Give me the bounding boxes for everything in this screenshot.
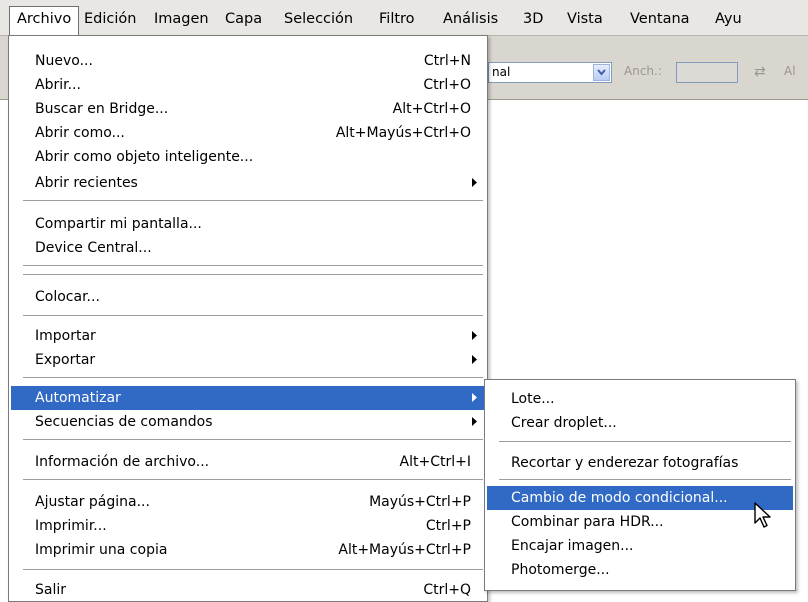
separator [499,479,791,481]
submenu-item-recortar-enderezar[interactable]: Recortar y enderezar fotografías [487,451,793,475]
menu-imagen[interactable]: Imagen [147,6,216,32]
menu-item-label: Imprimir... [35,518,107,534]
separator [23,439,483,441]
menu-edicion[interactable]: Edición [77,6,143,32]
submenu-item-lote[interactable]: Lote... [487,387,793,411]
menu-item-compartir-pantalla[interactable]: Compartir mi pantalla... [11,212,485,236]
separator [23,200,483,202]
menu-item-shortcut: Ctrl+Q [423,582,471,598]
width-input[interactable] [676,62,738,83]
submenu-arrow-icon [472,178,477,187]
width-label: Anch.: [624,64,662,78]
menu-item-automatizar[interactable]: Automatizar [11,386,485,410]
separator [23,274,483,276]
menu-item-label: Secuencias de comandos [35,414,213,430]
menu-item-label: Abrir como objeto inteligente... [35,149,254,165]
menu-capa[interactable]: Capa [218,6,269,32]
separator [23,265,483,267]
menu-item-label: Compartir mi pantalla... [35,216,202,232]
mouse-cursor-icon [754,502,771,528]
menu-item-exportar[interactable]: Exportar [11,348,485,372]
menu-filtro[interactable]: Filtro [372,6,422,32]
submenu-item-cambio-modo-condicional[interactable]: Cambio de modo condicional... [487,486,793,510]
separator [499,441,791,443]
menu-item-label: Ajustar página... [35,494,150,510]
submenu-item-photomerge[interactable]: Photomerge... [487,558,793,582]
menu-item-label: Photomerge... [511,562,610,578]
menu-item-label: Abrir... [35,77,81,93]
chevron-down-icon[interactable] [593,64,610,81]
menu-item-shortcut: Ctrl+N [423,53,471,69]
menu-item-abrir[interactable]: Abrir... Ctrl+O [11,73,485,97]
submenu-arrow-icon [472,393,477,402]
menu-item-label: Recortar y enderezar fotografías [511,455,739,471]
menubar: Archivo Edición Imagen Capa Selección Fi… [0,0,808,36]
swap-icon[interactable]: ⇄ [754,64,766,80]
menu-item-nuevo[interactable]: Nuevo... Ctrl+N [11,49,485,73]
separator [23,377,483,379]
file-menu: Nuevo... Ctrl+N Abrir... Ctrl+O Buscar e… [8,35,488,602]
menu-item-shortcut: Ctrl+O [423,77,471,93]
separator [23,569,483,571]
menu-item-ajustar-pagina[interactable]: Ajustar página... Mayús+Ctrl+P [11,490,485,514]
menu-item-device-central[interactable]: Device Central... [11,236,485,260]
separator [23,315,483,317]
menu-item-shortcut: Alt+Ctrl+O [392,101,471,117]
menu-item-abrir-objeto-inteligente[interactable]: Abrir como objeto inteligente... [11,145,485,169]
menu-item-label: Abrir recientes [35,175,138,191]
menu-item-label: Información de archivo... [35,454,210,470]
menu-item-imprimir-copia[interactable]: Imprimir una copia Alt+Mayús+Ctrl+P [11,538,485,562]
menu-item-label: Automatizar [35,390,121,406]
separator [23,479,483,481]
menu-item-label: Combinar para HDR... [511,514,664,530]
menu-item-abrir-como[interactable]: Abrir como... Alt+Mayús+Ctrl+O [11,121,485,145]
menu-item-label: Buscar en Bridge... [35,101,169,117]
menu-item-label: Device Central... [35,240,152,256]
menu-item-shortcut: Alt+Ctrl+I [399,454,471,470]
menu-item-label: Nuevo... [35,53,93,69]
menu-item-label: Importar [35,328,96,344]
menu-item-label: Salir [35,582,67,598]
menu-item-colocar[interactable]: Colocar... [11,285,485,309]
menu-ventana[interactable]: Ventana [623,6,697,32]
submenu-arrow-icon [472,355,477,364]
menu-item-label: Exportar [35,352,96,368]
menu-item-imprimir[interactable]: Imprimir... Ctrl+P [11,514,485,538]
menu-ayuda[interactable]: Ayu [708,6,742,32]
menu-seleccion[interactable]: Selección [277,6,360,32]
submenu-arrow-icon [472,417,477,426]
height-label: Al [784,64,796,78]
style-select[interactable]: nal [488,62,612,83]
submenu-item-crear-droplet[interactable]: Crear droplet... [487,411,793,435]
menu-item-abrir-recientes[interactable]: Abrir recientes [11,171,485,195]
menu-item-shortcut: Alt+Mayús+Ctrl+O [335,125,471,141]
automate-submenu: Lote... Crear droplet... Recortar y ende… [484,379,796,591]
menu-item-label: Lote... [511,391,555,407]
menu-archivo[interactable]: Archivo [9,6,80,35]
style-select-value: nal [492,65,511,79]
submenu-item-combinar-hdr[interactable]: Combinar para HDR... [487,510,793,534]
menu-3d[interactable]: 3D [516,6,550,32]
menu-item-secuencias-comandos[interactable]: Secuencias de comandos [11,410,485,434]
menu-item-label: Colocar... [35,289,100,305]
submenu-item-encajar-imagen[interactable]: Encajar imagen... [487,534,793,558]
submenu-arrow-icon [472,331,477,340]
menu-item-buscar-bridge[interactable]: Buscar en Bridge... Alt+Ctrl+O [11,97,485,121]
menu-item-label: Crear droplet... [511,415,617,431]
menu-item-label: Imprimir una copia [35,542,168,558]
menu-item-shortcut: Mayús+Ctrl+P [369,494,471,510]
menu-item-shortcut: Alt+Mayús+Ctrl+P [338,542,471,558]
menu-item-label: Cambio de modo condicional... [511,490,728,506]
menu-item-shortcut: Ctrl+P [425,518,471,534]
menu-item-label: Abrir como... [35,125,125,141]
menu-item-importar[interactable]: Importar [11,324,485,348]
menu-item-salir[interactable]: Salir Ctrl+Q [11,578,485,602]
menu-vista[interactable]: Vista [560,6,610,32]
menu-analisis[interactable]: Análisis [436,6,505,32]
menu-item-informacion-archivo[interactable]: Información de archivo... Alt+Ctrl+I [11,450,485,474]
menu-item-label: Encajar imagen... [511,538,634,554]
